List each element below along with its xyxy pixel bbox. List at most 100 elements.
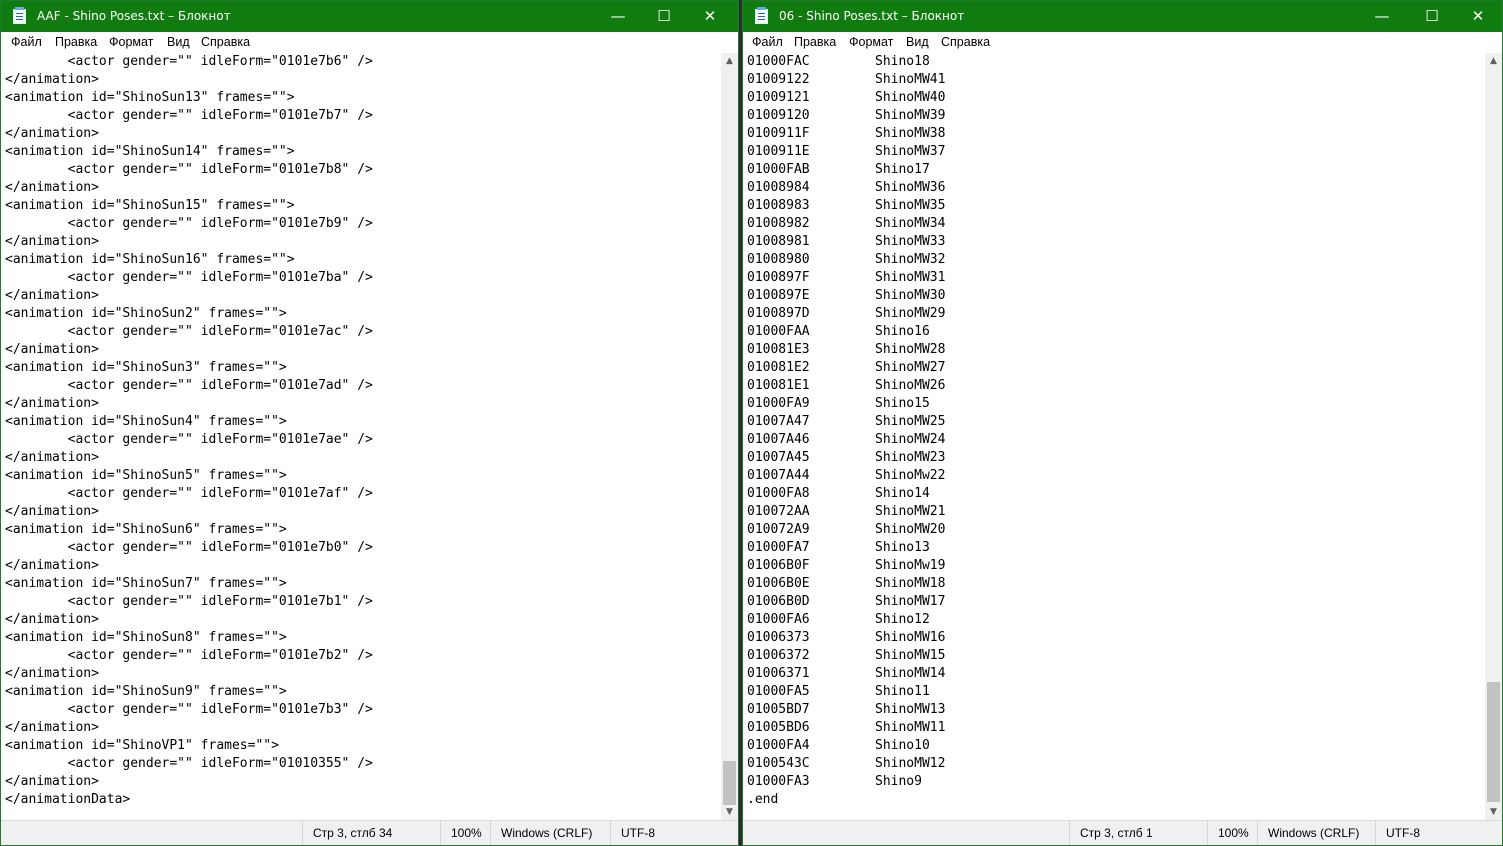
pose-name: ShinoMW21 <box>875 504 946 519</box>
text-line: </animation> <box>5 558 99 573</box>
menu-format[interactable]: Формат <box>849 35 893 49</box>
text-line: 010081E2 ShinoMW27 <box>747 359 1481 377</box>
menu-edit[interactable]: Правка <box>794 35 836 49</box>
form-id: 01008980 <box>747 252 810 267</box>
text-line: </animation> <box>5 504 99 519</box>
pose-name: Shino18 <box>875 54 930 69</box>
scroll-thumb[interactable] <box>723 761 736 805</box>
menu-file[interactable]: Файл <box>752 35 783 49</box>
minimize-button[interactable]: — <box>595 1 641 32</box>
menu-view[interactable]: Вид <box>906 35 929 49</box>
text-line: 01006373 ShinoMW16 <box>747 629 1481 647</box>
menu-edit[interactable]: Правка <box>55 35 97 49</box>
window-title: AAF - Shino Poses.txt – Блокнот <box>37 9 231 23</box>
menu-file[interactable]: Файл <box>11 35 42 49</box>
line-ending: Windows (CRLF) <box>490 821 610 845</box>
text-editor[interactable]: <actor gender="" idleForm="0101e7b6" /> <… <box>5 53 717 821</box>
notepad-window-right: 06 - Shino Poses.txt – Блокнот — ☐ ✕ Фай… <box>742 0 1503 846</box>
text-line: 01000FAC Shino18 <box>747 53 1481 71</box>
text-line: 01006371 ShinoMW14 <box>747 665 1481 683</box>
text-line: 01008982 ShinoMW34 <box>747 215 1481 233</box>
line-ending: Windows (CRLF) <box>1257 821 1375 845</box>
text-line: 01000FA9 Shino15 <box>747 395 1481 413</box>
text-line: </animation> <box>5 720 99 735</box>
form-id: 01000FA8 <box>747 486 810 501</box>
pose-name: ShinoMW18 <box>875 576 946 591</box>
vertical-scrollbar[interactable]: ▲ ▼ <box>1485 53 1502 821</box>
form-id: 01009121 <box>747 90 810 105</box>
text-line: <actor gender="" idleForm="0101e7b6" /> <box>5 54 373 69</box>
pose-name: ShinoMW40 <box>875 90 946 105</box>
form-id: 01008982 <box>747 216 810 231</box>
form-id: 01009122 <box>747 72 810 87</box>
menu-view[interactable]: Вид <box>167 35 190 49</box>
status-bar: Стр 3, стлб 1 100% Windows (CRLF) UTF-8 <box>743 820 1502 845</box>
title-bar[interactable]: AAF - Shino Poses.txt – Блокнот — ☐ ✕ <box>1 1 738 32</box>
form-id: 010072A9 <box>747 522 810 537</box>
text-line: 010072A9 ShinoMW20 <box>747 521 1481 539</box>
minimize-button[interactable]: — <box>1359 1 1405 32</box>
form-id: 010081E3 <box>747 342 810 357</box>
menu-bar: Файл Правка Формат Вид Справка <box>743 32 1502 53</box>
maximize-button[interactable]: ☐ <box>641 1 687 32</box>
form-id: 01000FA3 <box>747 774 810 789</box>
pose-name: Shino9 <box>875 774 922 789</box>
text-line: <animation id="ShinoVP1" frames=""> <box>5 738 279 753</box>
text-line: 01009120 ShinoMW39 <box>747 107 1481 125</box>
text-editor[interactable]: 01000FAC Shino18 01009122 ShinoMW41 01009121… <box>747 53 1481 821</box>
form-id: 01007A45 <box>747 450 810 465</box>
scroll-up-icon[interactable]: ▲ <box>1485 53 1502 70</box>
text-line: 01000FA5 Shino11 <box>747 683 1481 701</box>
pose-name: ShinoMW15 <box>875 648 946 663</box>
notepad-window-left: AAF - Shino Poses.txt – Блокнот — ☐ ✕ Фа… <box>0 0 739 846</box>
cursor-position: Стр 3, стлб 1 <box>1069 821 1207 845</box>
menu-help[interactable]: Справка <box>201 35 250 49</box>
form-id: 01000FA5 <box>747 684 810 699</box>
scroll-down-icon[interactable]: ▼ <box>721 804 738 821</box>
text-line: <actor gender="" idleForm="0101e7ae" /> <box>5 432 373 447</box>
pose-name: ShinoMW13 <box>875 702 946 717</box>
text-line: 01008984 ShinoMW36 <box>747 179 1481 197</box>
menu-format[interactable]: Формат <box>109 35 153 49</box>
text-line: 01008983 ShinoMW35 <box>747 197 1481 215</box>
text-line: 01000FA4 Shino10 <box>747 737 1481 755</box>
form-id: 0100897F <box>747 270 810 285</box>
pose-name: ShinoMW32 <box>875 252 946 267</box>
close-button[interactable]: ✕ <box>687 1 733 32</box>
pose-name: ShinoMW37 <box>875 144 946 159</box>
vertical-scrollbar[interactable]: ▲ ▼ <box>721 53 738 821</box>
scroll-thumb[interactable] <box>1487 682 1500 802</box>
text-line: 01000FA3 Shino9 <box>747 773 1481 791</box>
pose-name: ShinoMW27 <box>875 360 946 375</box>
form-id: 01008984 <box>747 180 810 195</box>
form-id: 010081E2 <box>747 360 810 375</box>
form-id: 01000FA7 <box>747 540 810 555</box>
pose-name: ShinoMW23 <box>875 450 946 465</box>
text-line: 01005BD7 ShinoMW13 <box>747 701 1481 719</box>
pose-name: ShinoMW30 <box>875 288 946 303</box>
text-line: 01000FA6 Shino12 <box>747 611 1481 629</box>
maximize-button[interactable]: ☐ <box>1409 1 1455 32</box>
close-button[interactable]: ✕ <box>1455 1 1501 32</box>
text-line: 01007A44 ShinoMw22 <box>747 467 1481 485</box>
form-id: 01008981 <box>747 234 810 249</box>
title-bar[interactable]: 06 - Shino Poses.txt – Блокнот — ☐ ✕ <box>743 1 1502 32</box>
pose-name: ShinoMW26 <box>875 378 946 393</box>
window-title: 06 - Shino Poses.txt – Блокнот <box>779 9 965 23</box>
pose-name: ShinoMW24 <box>875 432 946 447</box>
scroll-up-icon[interactable]: ▲ <box>721 53 738 70</box>
text-line: 01000FAA Shino16 <box>747 323 1481 341</box>
text-line: <actor gender="" idleForm="0101e7b3" /> <box>5 702 373 717</box>
menu-help[interactable]: Справка <box>941 35 990 49</box>
pose-name: ShinoMW33 <box>875 234 946 249</box>
text-line: 01000FA8 Shino14 <box>747 485 1481 503</box>
text-line: 0100897F ShinoMW31 <box>747 269 1481 287</box>
pose-name: ShinoMW20 <box>875 522 946 537</box>
encoding: UTF-8 <box>1375 821 1502 845</box>
form-id: 01006373 <box>747 630 810 645</box>
pose-name: ShinoMw19 <box>875 558 946 573</box>
text-line: <actor gender="" idleForm="0101e7b8" /> <box>5 162 373 177</box>
text-line: </animation> <box>5 774 99 789</box>
scroll-down-icon[interactable]: ▼ <box>1485 804 1502 821</box>
pose-name: Shino15 <box>875 396 930 411</box>
